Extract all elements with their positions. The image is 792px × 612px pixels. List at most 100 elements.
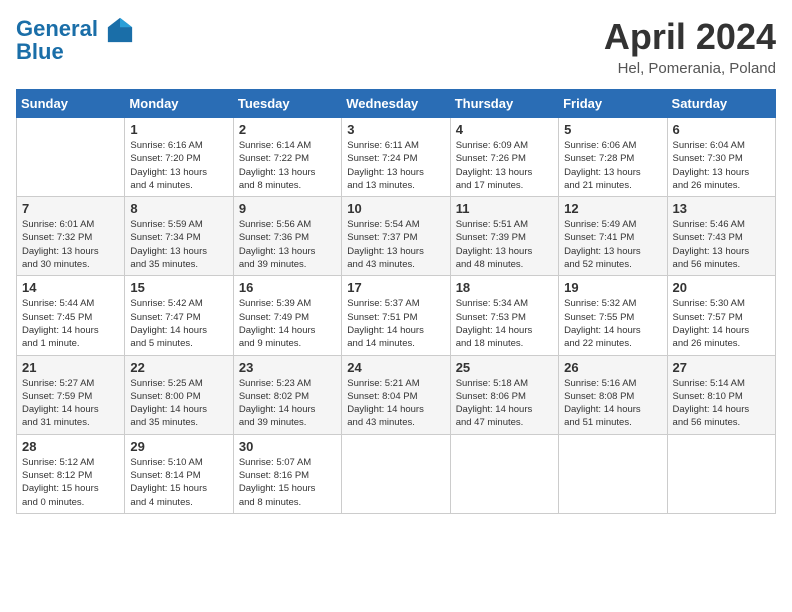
day-number: 17 (347, 280, 444, 295)
day-info: Sunrise: 5:54 AMSunset: 7:37 PMDaylight:… (347, 218, 444, 271)
day-info: Sunrise: 5:51 AMSunset: 7:39 PMDaylight:… (456, 218, 553, 271)
calendar-cell: 28 Sunrise: 5:12 AMSunset: 8:12 PMDayligh… (17, 434, 125, 513)
calendar-cell: 13Sunrise: 5:46 AMSunset: 7:43 PMDayligh… (667, 197, 775, 276)
calendar-week-row: 1 Sunrise: 6:16 AMSunset: 7:20 PMDaylight… (17, 118, 776, 197)
day-number: 11 (456, 201, 553, 216)
location: Hel, Pomerania, Poland (604, 60, 776, 77)
day-number: 7 (22, 201, 119, 216)
calendar-cell: 20Sunrise: 5:30 AMSunset: 7:57 PMDayligh… (667, 276, 775, 355)
day-number: 25 (456, 360, 553, 375)
day-number: 30 (239, 439, 336, 454)
calendar-cell: 6 Sunrise: 6:04 AMSunset: 7:30 PMDaylight… (667, 118, 775, 197)
calendar-header-tuesday: Tuesday (233, 90, 341, 118)
day-info: Sunrise: 5:07 AMSunset: 8:16 PMDaylight:… (239, 456, 336, 509)
month-title: April 2024 (604, 16, 776, 58)
day-info: Sunrise: 5:56 AMSunset: 7:36 PMDaylight:… (239, 218, 336, 271)
day-number: 26 (564, 360, 661, 375)
day-number: 6 (673, 122, 770, 137)
calendar-cell: 12 Sunrise: 5:49 AMSunset: 7:41 PMDayligh… (559, 197, 667, 276)
day-info: Sunrise: 6:06 AMSunset: 7:28 PMDaylight:… (564, 139, 661, 192)
calendar-header-monday: Monday (125, 90, 233, 118)
calendar-cell: 14 Sunrise: 5:44 AMSunset: 7:45 PMDayligh… (17, 276, 125, 355)
day-number: 1 (130, 122, 227, 137)
calendar-cell (559, 434, 667, 513)
day-number: 19 (564, 280, 661, 295)
calendar-cell (667, 434, 775, 513)
day-info: Sunrise: 5:46 AMSunset: 7:43 PMDaylight:… (673, 218, 770, 271)
day-info: Sunrise: 6:04 AMSunset: 7:30 PMDaylight:… (673, 139, 770, 192)
calendar-week-row: 14 Sunrise: 5:44 AMSunset: 7:45 PMDayligh… (17, 276, 776, 355)
day-info: Sunrise: 6:14 AMSunset: 7:22 PMDaylight:… (239, 139, 336, 192)
calendar-week-row: 28 Sunrise: 5:12 AMSunset: 8:12 PMDayligh… (17, 434, 776, 513)
day-info: Sunrise: 5:16 AMSunset: 8:08 PMDaylight:… (564, 377, 661, 430)
calendar-cell: 5 Sunrise: 6:06 AMSunset: 7:28 PMDaylight… (559, 118, 667, 197)
day-number: 15 (130, 280, 227, 295)
calendar-cell: 24 Sunrise: 5:21 AMSunset: 8:04 PMDayligh… (342, 355, 450, 434)
calendar-header-wednesday: Wednesday (342, 90, 450, 118)
day-number: 16 (239, 280, 336, 295)
day-info: Sunrise: 5:44 AMSunset: 7:45 PMDaylight:… (22, 297, 119, 350)
calendar-cell: 10 Sunrise: 5:54 AMSunset: 7:37 PMDayligh… (342, 197, 450, 276)
day-number: 4 (456, 122, 553, 137)
day-number: 28 (22, 439, 119, 454)
day-info: Sunrise: 5:42 AMSunset: 7:47 PMDaylight:… (130, 297, 227, 350)
page-header: General Blue April 2024 Hel, Pomerania, … (16, 16, 776, 77)
calendar-week-row: 7 Sunrise: 6:01 AMSunset: 7:32 PMDaylight… (17, 197, 776, 276)
day-number: 14 (22, 280, 119, 295)
day-number: 9 (239, 201, 336, 216)
calendar-cell: 17 Sunrise: 5:37 AMSunset: 7:51 PMDayligh… (342, 276, 450, 355)
day-info: Sunrise: 5:49 AMSunset: 7:41 PMDaylight:… (564, 218, 661, 271)
day-info: Sunrise: 5:32 AMSunset: 7:55 PMDaylight:… (564, 297, 661, 350)
calendar-cell: 22Sunrise: 5:25 AMSunset: 8:00 PMDayligh… (125, 355, 233, 434)
day-number: 29 (130, 439, 227, 454)
day-number: 10 (347, 201, 444, 216)
calendar-header-friday: Friday (559, 90, 667, 118)
calendar-cell: 8 Sunrise: 5:59 AMSunset: 7:34 PMDaylight… (125, 197, 233, 276)
calendar-cell (342, 434, 450, 513)
calendar-cell: 26 Sunrise: 5:16 AMSunset: 8:08 PMDayligh… (559, 355, 667, 434)
calendar-cell (450, 434, 558, 513)
day-info: Sunrise: 5:23 AMSunset: 8:02 PMDaylight:… (239, 377, 336, 430)
calendar-cell: 30 Sunrise: 5:07 AMSunset: 8:16 PMDayligh… (233, 434, 341, 513)
day-number: 23 (239, 360, 336, 375)
day-info: Sunrise: 6:09 AMSunset: 7:26 PMDaylight:… (456, 139, 553, 192)
calendar-cell: 25Sunrise: 5:18 AMSunset: 8:06 PMDayligh… (450, 355, 558, 434)
calendar-cell: 18 Sunrise: 5:34 AMSunset: 7:53 PMDayligh… (450, 276, 558, 355)
day-number: 18 (456, 280, 553, 295)
calendar-header-thursday: Thursday (450, 90, 558, 118)
title-block: April 2024 Hel, Pomerania, Poland (604, 16, 776, 77)
day-info: Sunrise: 5:14 AMSunset: 8:10 PMDaylight:… (673, 377, 770, 430)
calendar-cell: 15 Sunrise: 5:42 AMSunset: 7:47 PMDayligh… (125, 276, 233, 355)
day-info: Sunrise: 5:34 AMSunset: 7:53 PMDaylight:… (456, 297, 553, 350)
day-info: Sunrise: 5:21 AMSunset: 8:04 PMDaylight:… (347, 377, 444, 430)
day-number: 2 (239, 122, 336, 137)
calendar-cell: 19 Sunrise: 5:32 AMSunset: 7:55 PMDayligh… (559, 276, 667, 355)
calendar-header-row: SundayMondayTuesdayWednesdayThursdayFrid… (17, 90, 776, 118)
calendar-cell: 7 Sunrise: 6:01 AMSunset: 7:32 PMDaylight… (17, 197, 125, 276)
logo: General Blue (16, 16, 134, 64)
calendar-cell: 11 Sunrise: 5:51 AMSunset: 7:39 PMDayligh… (450, 197, 558, 276)
day-number: 12 (564, 201, 661, 216)
day-info: Sunrise: 6:11 AMSunset: 7:24 PMDaylight:… (347, 139, 444, 192)
day-number: 5 (564, 122, 661, 137)
day-info: Sunrise: 5:12 AMSunset: 8:12 PMDaylight:… (22, 456, 119, 509)
calendar-header-sunday: Sunday (17, 90, 125, 118)
calendar-header-saturday: Saturday (667, 90, 775, 118)
day-info: Sunrise: 5:59 AMSunset: 7:34 PMDaylight:… (130, 218, 227, 271)
day-info: Sunrise: 6:16 AMSunset: 7:20 PMDaylight:… (130, 139, 227, 192)
calendar-cell: 9 Sunrise: 5:56 AMSunset: 7:36 PMDaylight… (233, 197, 341, 276)
day-info: Sunrise: 5:10 AMSunset: 8:14 PMDaylight:… (130, 456, 227, 509)
day-info: Sunrise: 5:27 AMSunset: 7:59 PMDaylight:… (22, 377, 119, 430)
day-number: 24 (347, 360, 444, 375)
calendar-week-row: 21Sunrise: 5:27 AMSunset: 7:59 PMDayligh… (17, 355, 776, 434)
day-info: Sunrise: 6:01 AMSunset: 7:32 PMDaylight:… (22, 218, 119, 271)
day-number: 3 (347, 122, 444, 137)
calendar-cell: 1 Sunrise: 6:16 AMSunset: 7:20 PMDaylight… (125, 118, 233, 197)
calendar-cell: 2 Sunrise: 6:14 AMSunset: 7:22 PMDaylight… (233, 118, 341, 197)
calendar-table: SundayMondayTuesdayWednesdayThursdayFrid… (16, 89, 776, 514)
calendar-cell: 21Sunrise: 5:27 AMSunset: 7:59 PMDayligh… (17, 355, 125, 434)
day-number: 20 (673, 280, 770, 295)
day-info: Sunrise: 5:37 AMSunset: 7:51 PMDaylight:… (347, 297, 444, 350)
day-number: 22 (130, 360, 227, 375)
day-number: 8 (130, 201, 227, 216)
